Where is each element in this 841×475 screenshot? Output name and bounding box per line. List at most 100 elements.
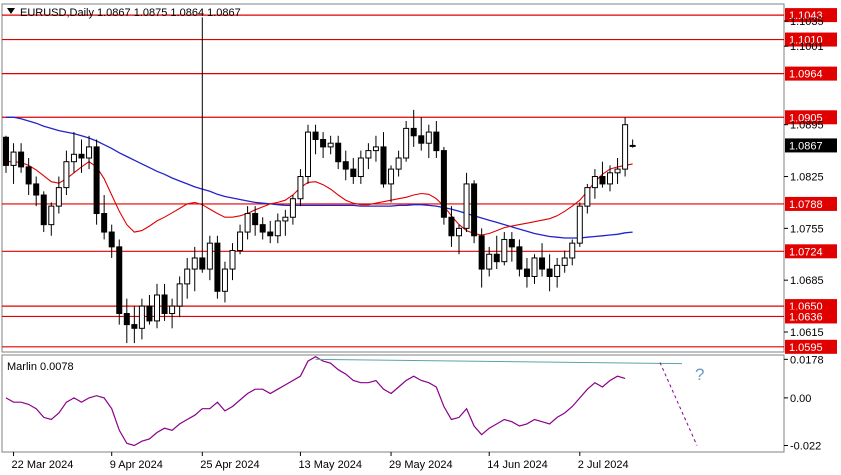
candle-body: [501, 238, 508, 263]
candle-body: [456, 227, 462, 237]
candle-body: [539, 257, 546, 270]
candle-body: [576, 205, 583, 244]
candle-body: [614, 168, 621, 174]
time-tick-label: 25 Apr 2024: [200, 459, 259, 471]
candle-body: [206, 242, 213, 270]
time-tick-label: 14 Jun 2024: [487, 459, 548, 471]
chart-canvas: 1.10431.10101.09641.09051.07881.07241.06…: [0, 0, 841, 475]
candle-body: [327, 142, 334, 148]
candle-body: [25, 166, 32, 185]
chart-title: EURUSD,Daily 1.0867 1.0875 1.0864 1.0867: [20, 7, 241, 19]
time-tick-label: 22 Mar 2024: [12, 459, 74, 471]
candle-body: [259, 224, 266, 233]
candle-body: [214, 242, 221, 292]
candle-body: [70, 153, 77, 163]
candle: [116, 239, 123, 325]
candle-body: [184, 268, 191, 285]
price-tick-label: 1.1001: [790, 41, 824, 53]
indicator-tick-label: 0.0178: [790, 354, 824, 366]
level-label: 1.0636: [789, 311, 823, 323]
level-label: 1.0724: [789, 246, 823, 258]
level-label: 1.0964: [789, 69, 823, 81]
candle-body: [169, 305, 176, 314]
candle-body: [463, 183, 470, 229]
candle-body: [335, 142, 342, 163]
candle-body: [561, 257, 568, 266]
candle-body: [607, 172, 613, 185]
candle-body: [55, 187, 62, 207]
candle-body: [282, 216, 289, 222]
candle: [471, 180, 478, 244]
candle-body: [448, 216, 455, 237]
candle-body: [516, 246, 523, 270]
candle-body: [40, 194, 47, 226]
time-tick-label: 9 Apr 2024: [110, 459, 163, 471]
candle-body: [305, 131, 311, 178]
candle-body: [380, 146, 387, 185]
candle-body: [350, 168, 357, 178]
indicator-tick-label: -0.022: [790, 441, 821, 453]
candle: [440, 146, 447, 225]
candle-body: [546, 268, 553, 277]
candle-body: [591, 176, 598, 189]
candle-body: [229, 250, 236, 270]
candle-body: [131, 324, 138, 329]
price-tick-label: 1.0685: [790, 275, 824, 287]
candle-body: [523, 268, 530, 277]
candle-body: [584, 187, 591, 207]
candle-body: [78, 153, 85, 159]
candle-body: [154, 294, 160, 322]
candle: [305, 124, 311, 184]
candle-body: [191, 257, 198, 270]
candle: [214, 235, 221, 299]
candle-body: [93, 146, 100, 215]
candle-body: [63, 161, 70, 189]
candle: [576, 202, 583, 247]
candle-body: [471, 183, 478, 237]
candle-body: [508, 238, 515, 248]
indicator-title: Marlin 0.0078: [7, 361, 74, 373]
candle-body: [622, 124, 629, 170]
candle-body: [342, 161, 349, 170]
candle-body: [569, 242, 576, 259]
candle-body: [289, 198, 296, 218]
candle-body: [3, 136, 9, 166]
candle-body: [493, 253, 500, 263]
last-price-label: 1.0867: [789, 140, 823, 152]
candle-body: [221, 268, 228, 292]
candle-body: [146, 305, 153, 322]
candle-body: [395, 157, 402, 170]
candle-body: [372, 146, 379, 152]
candle-body: [365, 150, 372, 159]
candle-body: [244, 213, 251, 233]
candle-body: [440, 150, 447, 218]
candle: [93, 139, 100, 225]
candle-body: [101, 213, 108, 233]
candle-body: [599, 176, 606, 185]
candle-body: [33, 183, 40, 196]
time-tick-label: 13 May 2024: [298, 459, 362, 471]
candle-body: [425, 131, 432, 144]
candle-body: [320, 138, 327, 148]
time-tick-label: 2 Jul 2024: [578, 459, 629, 471]
candle-body: [86, 146, 93, 159]
candle-body: [10, 151, 17, 166]
price-tick-label: 1.0825: [790, 172, 824, 184]
candle-body: [274, 220, 281, 237]
candle-body: [478, 235, 485, 270]
candle-body: [108, 231, 115, 248]
candle-body: [418, 135, 425, 144]
candle-body: [237, 231, 244, 252]
price-tick-label: 1.0755: [790, 223, 824, 235]
candle-body: [161, 294, 168, 314]
candle-body: [433, 131, 440, 152]
price-tick-label: 1.0895: [790, 120, 824, 132]
candle: [622, 117, 629, 177]
candle-body: [357, 157, 364, 178]
candle-body: [629, 144, 636, 147]
indicator-tick-label: 0.00: [790, 393, 811, 405]
candle-body: [138, 305, 145, 329]
candle-body: [199, 257, 206, 270]
candle-body: [116, 246, 123, 314]
candle-body: [410, 127, 417, 137]
